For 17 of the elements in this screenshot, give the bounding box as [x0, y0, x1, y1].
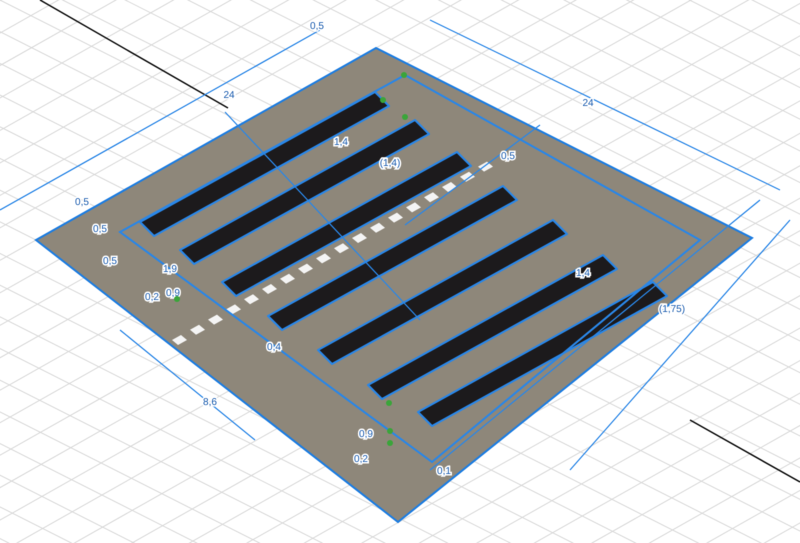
dimension-label[interactable]: 0,5 — [501, 151, 515, 162]
dimension-label[interactable]: 0,9 — [166, 288, 180, 299]
dimension-label[interactable]: 1,4 — [334, 137, 348, 148]
dimension-label[interactable]: 0,2 — [354, 454, 368, 465]
dimension-label[interactable]: 1,4 — [576, 268, 590, 279]
dimension-label[interactable]: 0,5 — [310, 21, 324, 32]
dimension-label[interactable]: 0,2 — [145, 292, 159, 303]
dimension-label[interactable]: (1,4) — [380, 158, 400, 169]
dimension-label[interactable]: 24 — [223, 90, 235, 101]
vertex-point[interactable] — [174, 296, 180, 302]
dimension-label[interactable]: 0,1 — [437, 466, 451, 477]
dimension-label[interactable]: 24 — [582, 98, 594, 109]
dimension-label[interactable]: 0,9 — [359, 429, 373, 440]
vertex-point[interactable] — [380, 97, 386, 103]
dimension-label[interactable]: 0,5 — [93, 224, 107, 235]
dimension-label[interactable]: 0,5 — [103, 256, 117, 267]
dimension-label[interactable]: 0,5 — [75, 197, 89, 208]
